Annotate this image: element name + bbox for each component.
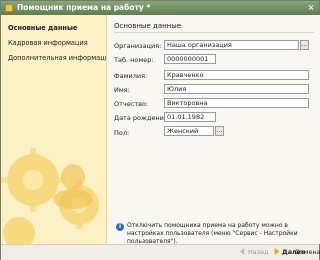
helper-window: Помощник приема на работу * × Основные д… (0, 0, 320, 260)
sidebar: Основные данные Кадровая информация Допо… (1, 15, 107, 244)
cancel-button[interactable]: Отмена (295, 247, 320, 259)
organization-select-button[interactable]: ... (300, 40, 309, 50)
back-arrow-icon (239, 248, 245, 255)
sidebar-item-hr-info[interactable]: Кадровая информация (8, 39, 88, 47)
patronymic-label: Отчество: (114, 100, 149, 108)
back-button[interactable]: Назад (239, 247, 273, 259)
window-title: Помощник приема на работу * (17, 3, 151, 12)
organization-field[interactable]: Наша организация (164, 40, 299, 50)
tab-number-field[interactable]: 0000000001 (164, 54, 216, 64)
gender-field[interactable]: Женский (164, 126, 214, 136)
last-name-label: Фамилия: (114, 72, 148, 80)
first-name-label: Имя: (114, 86, 130, 94)
tab-number-label: Таб. номер: (114, 56, 154, 64)
info-icon: i (116, 223, 124, 231)
patronymic-field[interactable]: Викторовна (164, 98, 309, 108)
birth-date-field[interactable]: 01.01.1982 (164, 112, 216, 122)
info-text: Отключить помощника приема на работу мож… (127, 222, 298, 245)
gender-label: Пол: (114, 129, 130, 137)
footer-bar: Назад Далее Отмена (1, 244, 320, 260)
title-bar: Помощник приема на работу * × (1, 1, 319, 15)
organization-label: Организация: (114, 42, 162, 50)
form-panel: Основные данные Организация: Наша органи… (108, 15, 320, 220)
sidebar-item-basic-data[interactable]: Основные данные (8, 24, 77, 32)
next-arrow-icon (274, 248, 280, 255)
gears-decoration-icon (1, 148, 99, 244)
section-divider (114, 32, 314, 33)
last-name-field[interactable]: Кравченко (164, 70, 309, 80)
info-panel: i Отключить помощника приема на работу м… (108, 220, 320, 245)
gender-select-button[interactable]: ... (215, 126, 224, 136)
close-button[interactable]: × (306, 3, 316, 13)
app-icon (5, 4, 13, 12)
first-name-field[interactable]: Юлия (164, 84, 309, 94)
section-title: Основные данные (114, 22, 182, 30)
back-button-label: Назад (248, 248, 269, 256)
birth-date-label: Дата рождения: (114, 114, 170, 122)
next-button[interactable]: Далее (273, 247, 305, 259)
sidebar-item-additional-info[interactable]: Дополнительная информация (8, 54, 106, 62)
